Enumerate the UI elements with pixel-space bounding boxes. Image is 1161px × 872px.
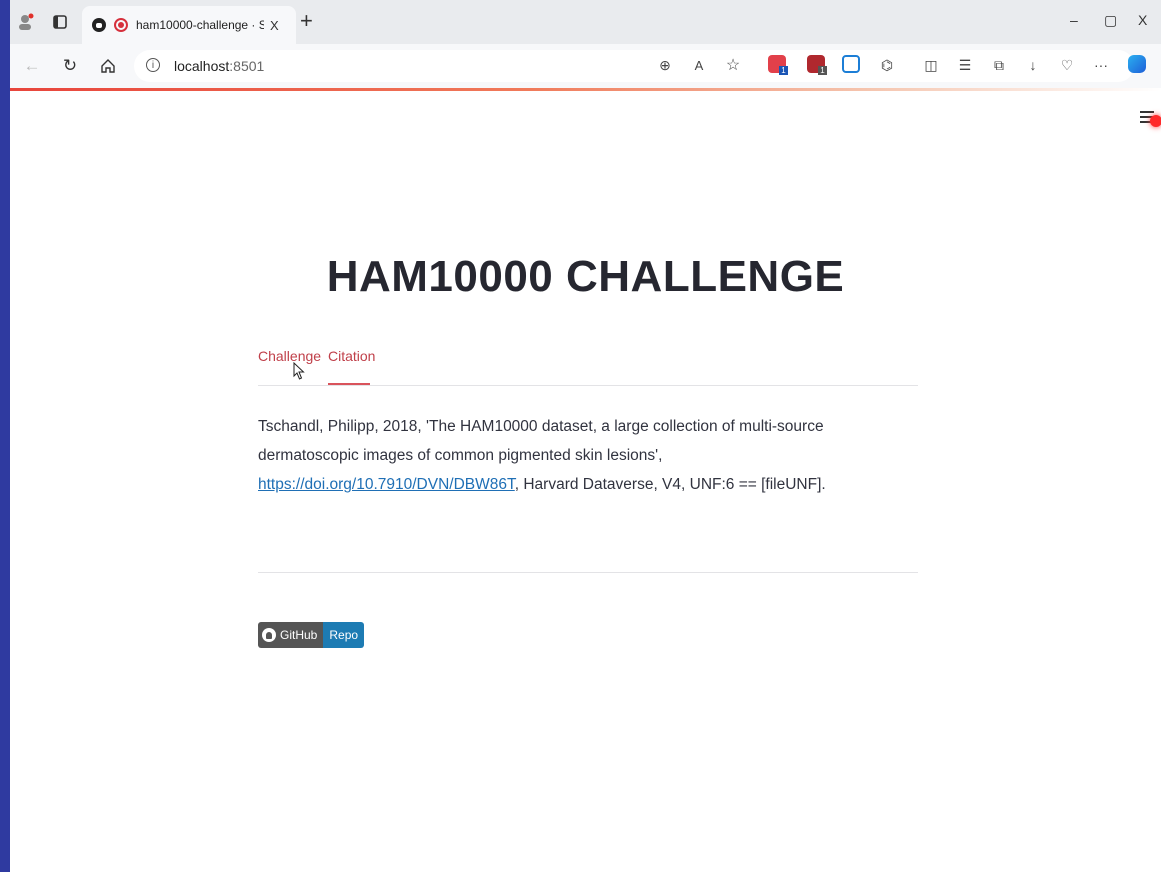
extensions-icon[interactable]: ⌬: [876, 54, 898, 76]
extension-red-icon[interactable]: 1: [768, 55, 788, 75]
split-screen-icon[interactable]: ◫: [920, 54, 942, 76]
performance-icon[interactable]: ♡: [1056, 54, 1078, 76]
tab-close-button[interactable]: X: [270, 18, 279, 33]
browser-tab[interactable]: ham10000-challenge · Strea X: [82, 6, 296, 44]
mouse-cursor-icon: [293, 361, 305, 385]
recording-icon: [114, 18, 128, 32]
downloads-icon[interactable]: ↓: [1022, 54, 1044, 76]
read-aloud-icon[interactable]: A: [688, 54, 710, 76]
zoom-icon[interactable]: ⊕: [654, 54, 676, 76]
recording-dot: [1150, 115, 1161, 127]
favorites-icon[interactable]: ☰: [954, 54, 976, 76]
close-window-button[interactable]: X: [1138, 12, 1147, 28]
tab-divider: [258, 385, 918, 386]
home-icon[interactable]: [96, 54, 120, 78]
url-field[interactable]: i localhost:8501: [134, 50, 1134, 82]
loading-bar: [10, 88, 1161, 91]
favicon-icon: [92, 18, 106, 32]
browser-window: ham10000-challenge · Strea X + – ▢ X ← ↻…: [10, 0, 1161, 872]
main-menu-icon[interactable]: [1140, 111, 1161, 127]
page-title: HAM10000 CHALLENGE: [326, 252, 845, 301]
restore-button[interactable]: ▢: [1104, 12, 1117, 29]
tab-bar: ham10000-challenge · Strea X + – ▢ X: [10, 0, 1161, 44]
extension-s-icon[interactable]: [842, 55, 860, 73]
tab-challenge[interactable]: Challenge: [258, 348, 321, 364]
citation-text: Tschandl, Philipp, 2018, 'The HAM10000 d…: [258, 418, 826, 493]
github-icon: [262, 628, 276, 642]
tab-actions-icon[interactable]: [48, 10, 72, 34]
minimize-button[interactable]: –: [1070, 12, 1078, 28]
extension-badge: 1: [818, 66, 827, 75]
collections-icon[interactable]: ⧉: [988, 54, 1010, 76]
divider: [258, 572, 918, 573]
doi-link[interactable]: https://doi.org/10.7910/DVN/DBW86T: [258, 476, 515, 493]
profile-icon[interactable]: [14, 10, 38, 34]
tab-citation[interactable]: Citation: [328, 348, 375, 364]
more-icon[interactable]: ···: [1090, 54, 1112, 76]
extension-badge: 1: [779, 66, 788, 75]
extension-shield-icon[interactable]: 1: [807, 55, 827, 75]
back-icon[interactable]: ←: [20, 54, 44, 78]
github-repo-badge[interactable]: GitHub Repo: [258, 622, 365, 648]
new-tab-button[interactable]: +: [300, 8, 313, 34]
tab-title: ham10000-challenge · Strea: [136, 18, 264, 32]
address-bar: ← ↻ i localhost:8501 ⊕ A ☆ 1 1 ⌬ ◫ ☰ ⧉ ↓…: [10, 44, 1161, 88]
site-info-icon[interactable]: i: [146, 58, 160, 72]
tab-list: Challenge Citation: [258, 348, 918, 386]
refresh-icon[interactable]: ↻: [58, 54, 82, 78]
favorite-star-icon[interactable]: ☆: [722, 54, 744, 76]
url-text: localhost:8501: [174, 58, 265, 74]
copilot-icon[interactable]: [1128, 55, 1146, 73]
